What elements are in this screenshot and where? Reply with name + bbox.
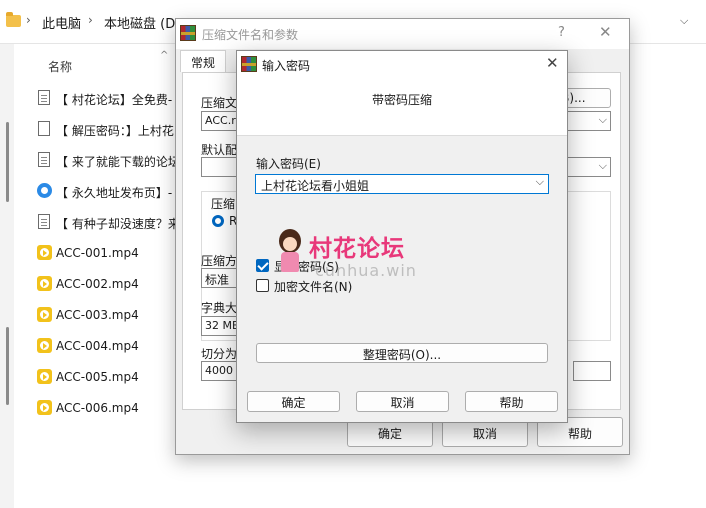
watermark-brand: 村花论坛	[309, 236, 405, 262]
split-size-value: 4000	[205, 364, 233, 377]
password-cancel-label: 取消	[390, 396, 415, 410]
watermark-url: cunhua.win	[315, 261, 417, 280]
rar-radio[interactable]	[212, 215, 224, 227]
folder-icon	[6, 12, 21, 27]
file-name: ACC-005.mp4	[56, 370, 139, 384]
enter-password-label: 输入密码(E)	[256, 157, 321, 171]
help-icon[interactable]: ?	[558, 25, 565, 40]
password-ok-button[interactable]: 确定	[247, 391, 340, 412]
method-label: 压缩方	[201, 254, 238, 268]
tab-general[interactable]: 常规	[180, 50, 227, 72]
document-icon	[38, 90, 50, 105]
navigation-pane-edge	[0, 44, 14, 508]
video-file-icon	[37, 369, 52, 384]
file-name: ACC-006.mp4	[56, 401, 139, 415]
file-name: ACC-004.mp4	[56, 339, 139, 353]
file-row[interactable]: ACC-004.mp4	[36, 336, 196, 358]
breadcrumb-this-pc[interactable]: 此电脑	[42, 13, 81, 32]
video-file-icon	[37, 245, 52, 260]
cancel-button-label: 取消	[472, 427, 497, 441]
scrollbar-thumb[interactable]	[6, 122, 9, 202]
password-value: 上村花论坛看小姐姐	[261, 179, 370, 193]
file-name: ACC-002.mp4	[56, 277, 139, 291]
scrollbar-thumb[interactable]	[6, 327, 9, 405]
password-ok-label: 确定	[281, 396, 306, 410]
file-row[interactable]: ACC-003.mp4	[36, 305, 196, 327]
video-file-icon	[37, 276, 52, 291]
dictionary-label: 字典大	[201, 301, 238, 315]
organize-passwords-button[interactable]: 整理密码(O)...	[256, 343, 548, 363]
password-input[interactable]: 上村花论坛看小姐姐	[255, 174, 549, 194]
video-file-icon	[37, 400, 52, 415]
file-row[interactable]: 【 来了就能下载的论坛	[36, 150, 196, 172]
video-file-icon	[37, 338, 52, 353]
password-dialog-header: 带密码压缩	[237, 78, 567, 136]
password-header-text: 带密码压缩	[371, 93, 432, 107]
help-button-label: 帮助	[567, 427, 592, 441]
watermark: 村花论坛 cunhua.win	[275, 225, 445, 285]
file-row[interactable]: 【 有种子却没速度？来	[36, 212, 196, 234]
watermark-mascot-body	[281, 252, 299, 272]
file-row[interactable]: ACC-005.mp4	[36, 367, 196, 389]
dictionary-value: 32 MB	[205, 319, 240, 332]
chevron-right-icon: ›	[26, 13, 31, 27]
password-dialog-title: 输入密码	[262, 59, 311, 73]
organize-passwords-label: 整理密码(O)...	[362, 348, 442, 362]
password-help-label: 帮助	[499, 396, 524, 410]
document-icon	[38, 214, 50, 229]
close-icon[interactable]: ✕	[546, 54, 559, 72]
chevron-right-icon: ›	[88, 13, 93, 27]
watermark-mascot-face	[283, 237, 297, 251]
winrar-icon	[180, 25, 196, 41]
video-file-icon	[37, 307, 52, 322]
dialog-title: 压缩文件名和参数	[202, 28, 299, 42]
split-label: 切分为	[201, 347, 238, 361]
file-name: 【 永久地址发布页】-	[56, 186, 173, 200]
file-row[interactable]: ACC-002.mp4	[36, 274, 196, 296]
show-password-checkbox[interactable]	[256, 259, 269, 272]
file-row[interactable]: 【 村花论坛】全免费-	[36, 88, 196, 110]
column-header-name[interactable]: 名称	[48, 58, 72, 75]
ok-button-label: 确定	[377, 427, 402, 441]
archive-format-label: 压缩	[211, 197, 236, 211]
close-icon[interactable]: ✕	[599, 23, 612, 41]
password-help-button[interactable]: 帮助	[465, 391, 558, 412]
split-unit-select[interactable]	[573, 361, 611, 381]
file-row[interactable]: ACC-006.mp4	[36, 398, 196, 420]
encrypt-file-names-checkbox[interactable]	[256, 279, 269, 292]
breadcrumb-drive-d[interactable]: 本地磁盘 (D:)	[104, 13, 185, 32]
dialog-title-bar[interactable]: 压缩文件名和参数 ? ✕	[176, 19, 629, 49]
file-name: 【 村花论坛】全免费-	[56, 93, 173, 107]
archive-name-label: 压缩文	[201, 96, 238, 110]
password-cancel-button[interactable]: 取消	[356, 391, 449, 412]
winrar-icon	[241, 56, 257, 72]
file-name: 【 来了就能下载的论坛	[56, 155, 180, 169]
file-row[interactable]: 【 永久地址发布页】-	[36, 181, 196, 203]
password-dialog-title-bar[interactable]: 输入密码 ✕	[237, 51, 567, 78]
blank-document-icon	[38, 121, 50, 136]
method-value: 标准	[205, 273, 230, 287]
file-row[interactable]: ACC-001.mp4	[36, 243, 196, 265]
default-profile-label: 默认配	[201, 143, 238, 157]
chevron-down-icon[interactable]: ⌵	[680, 14, 688, 28]
file-row[interactable]: 【 解压密码：】上村花	[36, 119, 196, 141]
file-name: ACC-001.mp4	[56, 246, 139, 260]
file-name: ACC-003.mp4	[56, 308, 139, 322]
document-icon	[38, 152, 50, 167]
file-name: 【 解压密码：】上村花	[56, 124, 174, 138]
sort-up-icon: ^	[160, 50, 169, 61]
edge-browser-icon	[37, 183, 52, 198]
file-name: 【 有种子却没速度？来	[56, 217, 180, 231]
